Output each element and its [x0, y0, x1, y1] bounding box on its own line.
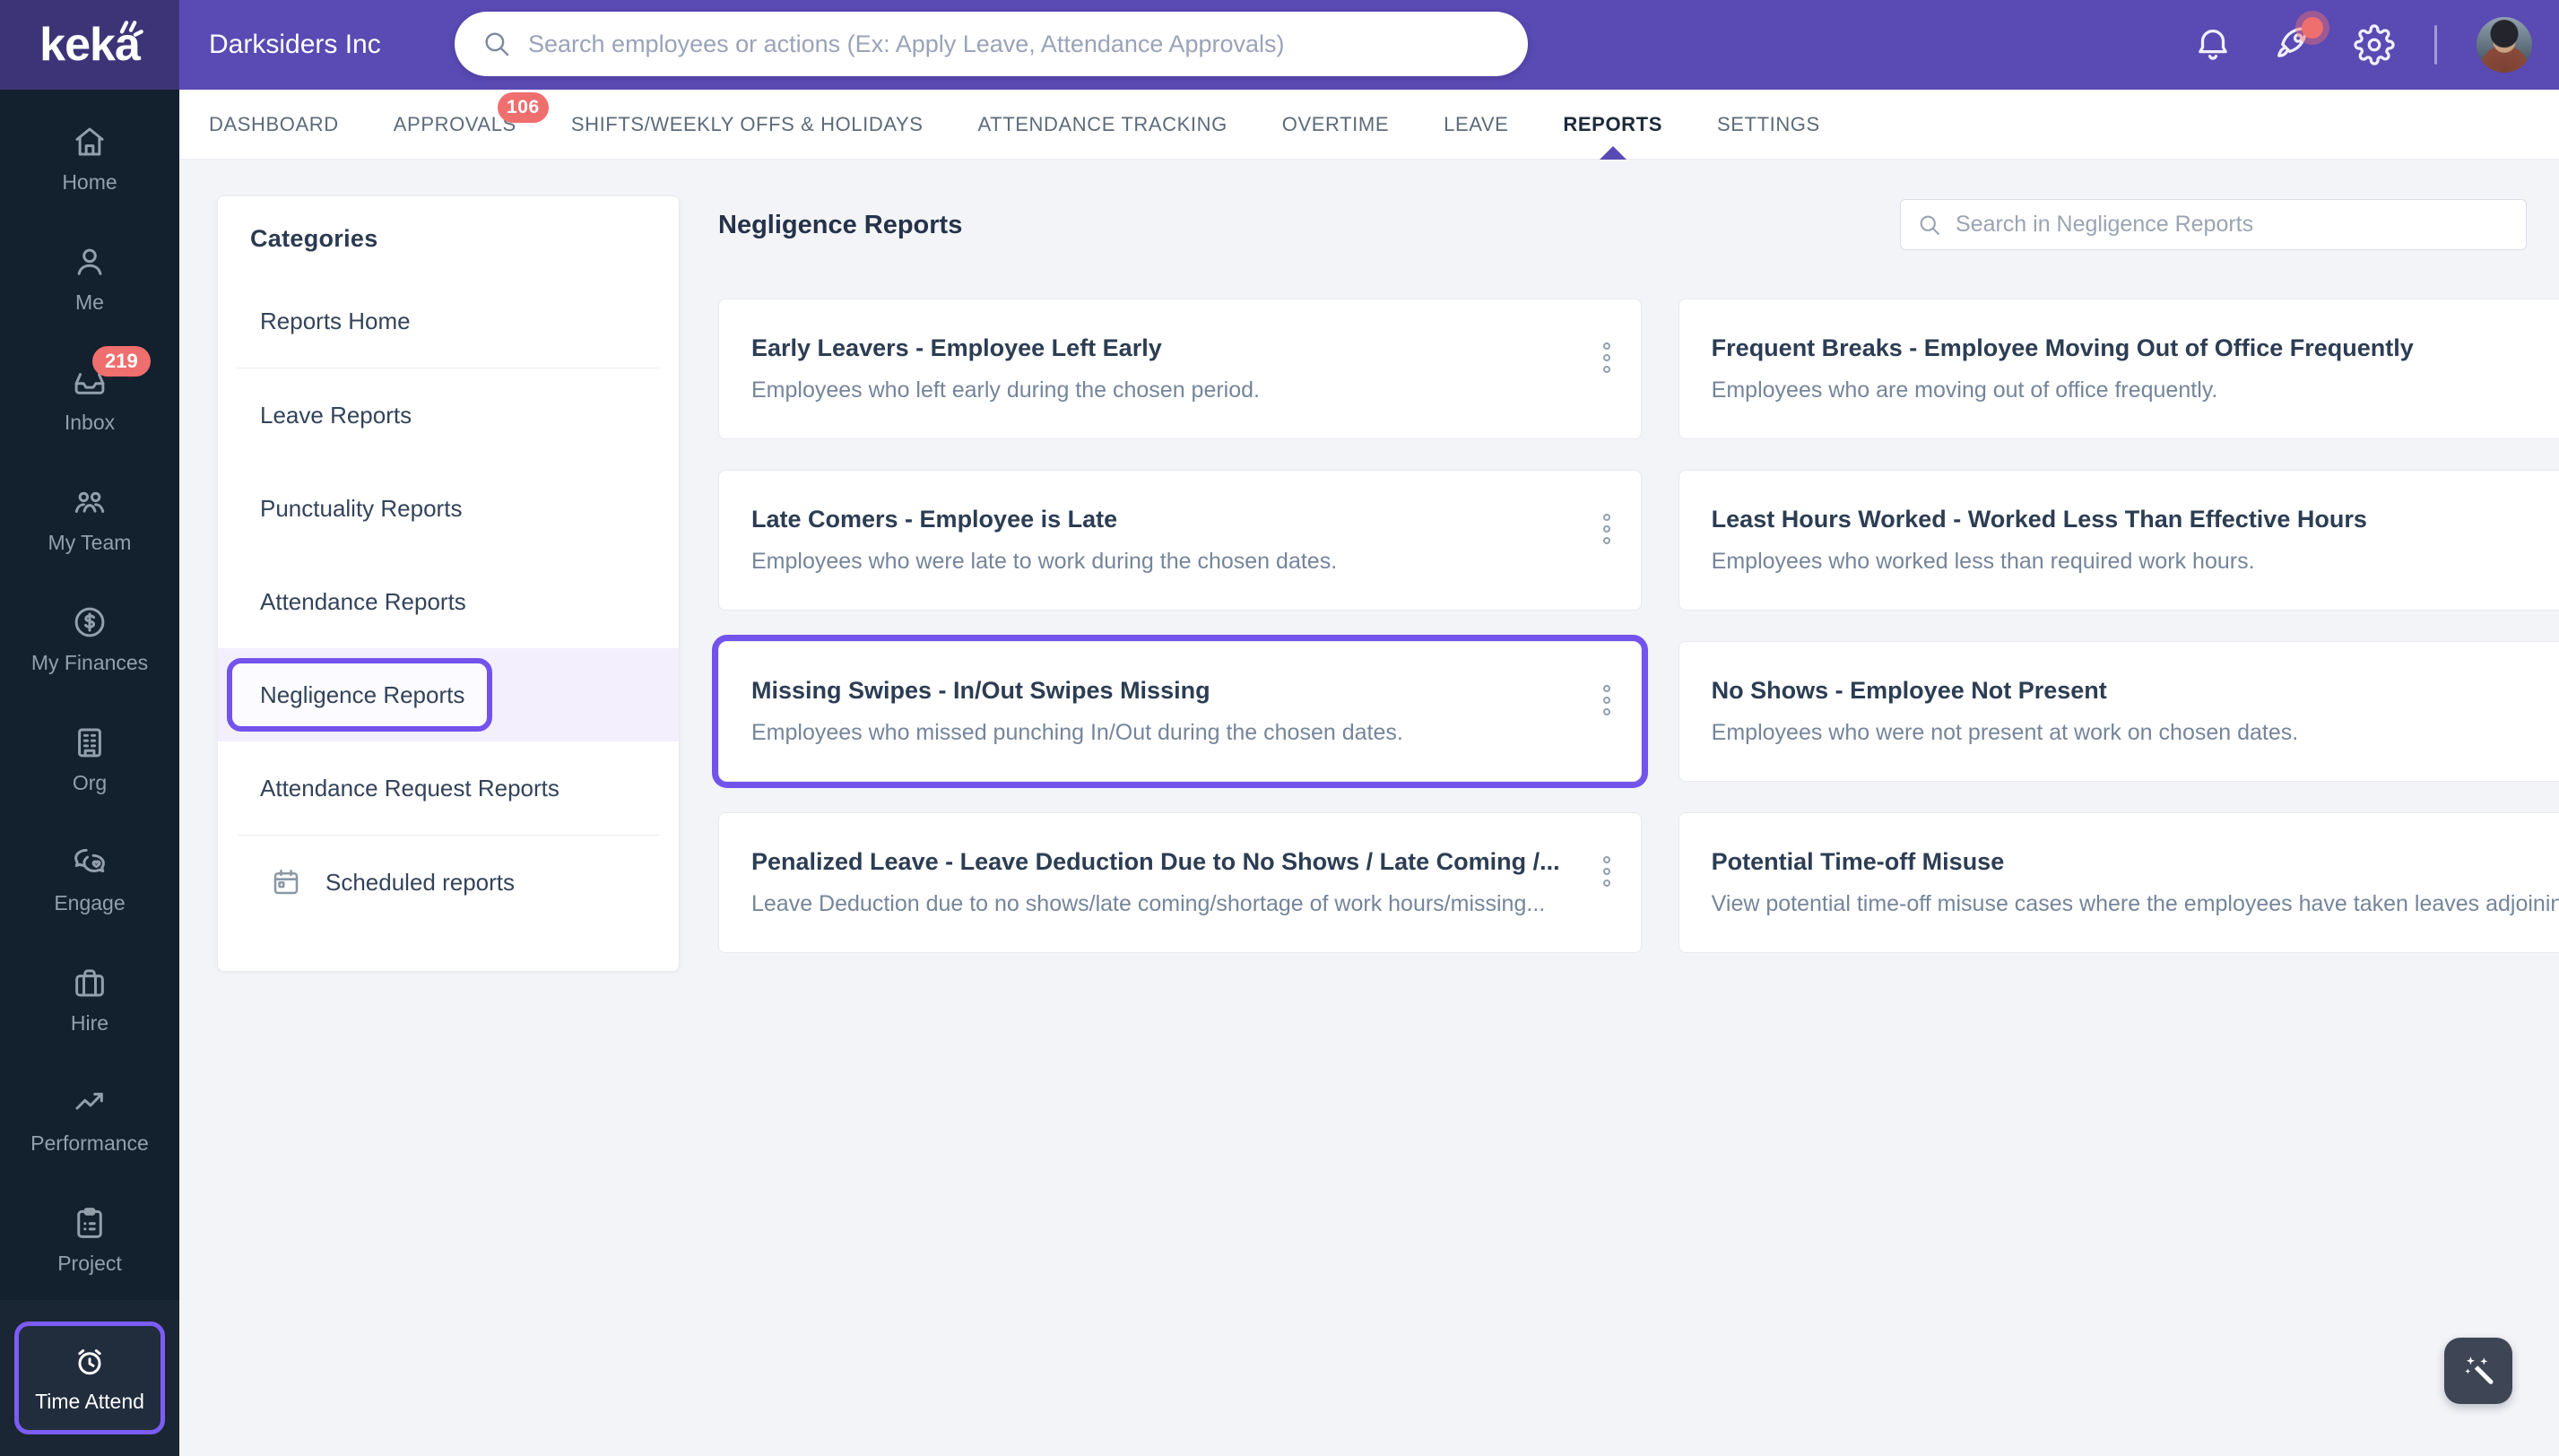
sidebar-item-project[interactable]: Project	[0, 1180, 179, 1300]
sidebar-item-my-team[interactable]: My Team	[0, 459, 179, 579]
person-icon	[77, 248, 102, 275]
card-menu-button[interactable]	[1598, 851, 1616, 892]
reports-categories-panel: Categories Reports Home Leave Reports Pu…	[217, 195, 680, 972]
global-search-input[interactable]	[528, 30, 1514, 58]
category-item-negligence-reports[interactable]: Negligence Reports	[218, 648, 679, 741]
tab-reports[interactable]: REPORTS	[1563, 90, 1662, 159]
sidebar-item-home[interactable]: Home	[0, 99, 179, 219]
card-menu-button[interactable]	[1598, 508, 1616, 550]
tab-approvals[interactable]: APPROVALS 106	[394, 90, 549, 159]
categories-title: Categories	[250, 225, 378, 252]
calendar-icon	[273, 869, 299, 895]
card-menu-button[interactable]	[1598, 337, 1616, 378]
team-icon	[74, 491, 105, 513]
report-card-frequent-breaks[interactable]: Frequent Breaks - Employee Moving Out of…	[1678, 299, 2559, 439]
user-avatar[interactable]	[2477, 17, 2532, 73]
keka-logo[interactable]: keka	[0, 0, 179, 90]
main-sidebar: Home Me Inbox 219 My Team My Finances Or…	[0, 90, 179, 1456]
category-item-punctuality-reports[interactable]: Punctuality Reports	[218, 462, 679, 555]
alarm-clock-icon	[78, 1348, 101, 1374]
report-card-penalized-leave[interactable]: Penalized Leave - Leave Deduction Due to…	[718, 812, 1642, 953]
sidebar-item-hire[interactable]: Hire	[0, 940, 179, 1060]
time-attend-active-highlight: Time Attend	[14, 1322, 165, 1434]
report-card-least-hours-worked[interactable]: Least Hours Worked - Worked Less Than Ef…	[1678, 470, 2559, 611]
report-card-no-shows[interactable]: No Shows - Employee Not Present Employee…	[1678, 641, 2559, 782]
sidebar-item-performance[interactable]: Performance	[0, 1060, 179, 1180]
search-icon	[485, 32, 509, 56]
sidebar-item-time-attend[interactable]: Time Attend	[0, 1300, 179, 1456]
card-menu-button[interactable]	[1598, 680, 1616, 721]
header-divider	[2434, 25, 2437, 65]
home-icon	[75, 127, 104, 156]
sidebar-item-me[interactable]: Me	[0, 219, 179, 339]
report-card-missing-swipes[interactable]: Missing Swipes - In/Out Swipes Missing E…	[712, 635, 1648, 788]
tab-settings[interactable]: SETTINGS	[1717, 90, 1820, 159]
global-search[interactable]	[455, 12, 1528, 76]
tab-attendance-tracking[interactable]: ATTENDANCE TRACKING	[978, 90, 1227, 159]
notifications-bell-icon[interactable]	[2192, 24, 2234, 65]
reports-search[interactable]	[1900, 199, 2527, 250]
clipboard-icon	[77, 1208, 102, 1238]
approvals-count-badge: 106	[497, 92, 549, 123]
category-item-leave-reports[interactable]: Leave Reports	[218, 368, 679, 462]
magic-wand-assistant-button[interactable]	[2444, 1338, 2512, 1404]
module-tab-bar: DASHBOARD APPROVALS 106 SHIFTS/WEEKLY OF…	[179, 90, 2559, 160]
report-card-potential-time-off-misuse[interactable]: Potential Time-off Misuse View potential…	[1678, 812, 2559, 953]
trend-up-icon	[75, 1092, 103, 1110]
dollar-circle-icon	[74, 607, 105, 637]
sidebar-item-inbox[interactable]: Inbox 219	[0, 339, 179, 459]
org-building-icon	[78, 728, 101, 758]
sidebar-item-my-finances[interactable]: My Finances	[0, 579, 179, 699]
whats-new-rocket-icon[interactable]	[2273, 17, 2323, 65]
search-icon	[1920, 215, 1939, 235]
report-card-early-leavers[interactable]: Early Leavers - Employee Left Early Empl…	[718, 299, 1642, 439]
top-header: keka Darksiders Inc	[0, 0, 2559, 90]
tab-dashboard[interactable]: DASHBOARD	[209, 90, 339, 159]
tab-leave[interactable]: LEAVE	[1444, 90, 1508, 159]
report-card-late-comers[interactable]: Late Comers - Employee is Late Employees…	[718, 470, 1642, 611]
briefcase-icon	[75, 969, 104, 997]
rocket-notification-dot	[2302, 17, 2323, 39]
category-item-attendance-request-reports[interactable]: Attendance Request Reports	[218, 741, 679, 835]
tab-overtime[interactable]: OVERTIME	[1282, 90, 1389, 159]
category-item-reports-home[interactable]: Reports Home	[218, 274, 679, 368]
sidebar-item-org[interactable]: Org	[0, 699, 179, 819]
category-item-attendance-reports[interactable]: Attendance Reports	[218, 555, 679, 648]
magic-wand-icon	[2465, 1356, 2494, 1384]
sidebar-item-engage[interactable]: Engage	[0, 819, 179, 940]
report-cards-grid: Early Leavers - Employee Left Early Empl…	[712, 299, 2559, 953]
logo-spark-icon	[119, 21, 143, 37]
page-title: Negligence Reports	[718, 211, 963, 239]
reports-search-input[interactable]	[1956, 212, 2510, 238]
tab-shifts-weekly-offs-holidays[interactable]: SHIFTS/WEEKLY OFFS & HOLIDAYS	[571, 90, 924, 159]
inbox-count-badge: 219	[92, 346, 151, 377]
settings-gear-icon[interactable]	[2354, 24, 2395, 65]
company-name: Darksiders Inc	[209, 30, 381, 59]
engage-chat-icon	[74, 848, 105, 872]
scheduled-reports-link[interactable]: Scheduled reports	[218, 836, 679, 929]
